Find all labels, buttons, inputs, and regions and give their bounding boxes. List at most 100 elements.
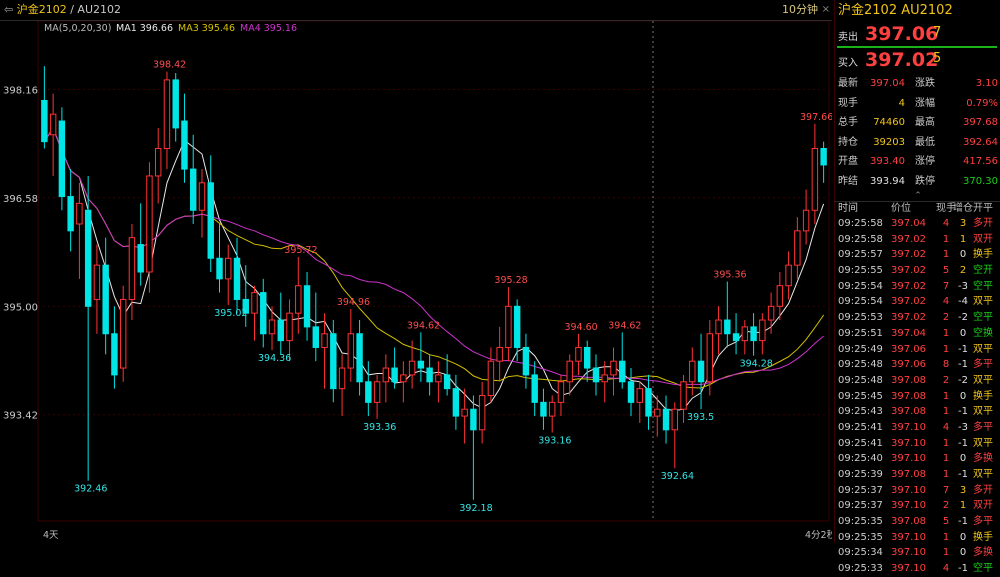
candle-body [146,175,153,273]
tick-row[interactable]: 09:25:58 397.02 1 1 双开 [835,232,1000,248]
candle-body [706,333,714,383]
tick-open-interest: 3 [959,484,967,496]
candle-body [102,264,109,335]
tick-type: 换手 [973,531,993,543]
tick-row[interactable]: 09:25:43 397.08 1 -1 双平 [835,404,1000,420]
tick-row[interactable]: 09:25:48 397.06 8 -1 多平 [835,357,1000,373]
tick-row[interactable]: 09:25:37 397.10 2 1 双开 [835,498,1000,514]
candle-body [137,244,144,273]
tick-open-interest: 0 [959,453,967,465]
tick-price: 397.02 [891,280,926,292]
candle-body [286,312,293,342]
back-icon[interactable]: ⇦ [4,3,17,16]
ask-price: 397.06 [865,23,939,45]
stat-label: 开盘 [838,156,858,167]
tick-row[interactable]: 09:25:54 397.02 4 -4 双平 [835,294,1000,310]
tick-row[interactable]: 09:25:41 397.10 1 -1 双平 [835,436,1000,452]
tick-row[interactable]: 09:25:51 397.04 1 0 空换 [835,326,1000,342]
stat-value: 0.79% [966,97,998,109]
candle-body [811,148,819,211]
stat-row: 昨结 393.94 跌停 370.30 [835,172,1000,192]
tick-row[interactable]: 09:25:35 397.10 1 0 换手 [835,530,1000,546]
tick-type: 换手 [973,390,993,402]
candle-body [645,388,652,417]
axis-footer-right: 4分2秒 [805,529,832,541]
tick-price: 397.10 [891,437,926,449]
stat-value: 393.40 [870,156,905,167]
col-type: 开平 [973,203,993,214]
tick-row[interactable]: 09:25:37 397.10 7 3 多开 [835,483,1000,499]
close-icon[interactable]: × [822,0,830,20]
chart-frame [37,20,830,522]
candle-body [303,285,311,328]
legend-ma4: MA4 395.16 [240,23,297,34]
bid-label: 买入 [838,58,858,69]
chart-svg[interactable]: 392.46 398.42 395.02 395.72 394.36 394.96 393.… [0,20,837,543]
tick-type: 空换 [973,327,993,339]
period-selector[interactable]: 10分钟 [782,0,818,20]
tick-row[interactable]: 09:25:45 397.08 1 0 换手 [835,389,1000,405]
candle-body [575,346,582,362]
tick-row[interactable]: 09:25:34 397.10 1 0 多换 [835,545,1000,561]
tick-open-interest: -4 [958,296,968,308]
tick-type: 空平 [973,280,993,292]
stat-label: 最低 [915,136,935,148]
col-open-interest: 增仓 [953,203,973,214]
tick-open-interest: -2 [958,374,968,386]
quote-sidebar: 沪金2102 AU2102 卖出 397.06 7 买入 397.02 5 最新… [834,0,1000,574]
candle-body [697,360,705,383]
tick-time: 09:25:40 [838,453,883,465]
tick-price: 397.04 [891,327,926,339]
tick-price: 397.02 [891,249,926,261]
stat-value: 393.94 [870,175,905,187]
tick-row[interactable]: 09:25:40 397.10 1 0 多换 [835,451,1000,467]
tick-row[interactable]: 09:25:55 397.02 5 2 空开 [835,263,1000,279]
stat-label: 涨幅 [915,97,935,109]
stat-label: 涨停 [915,156,935,167]
collapse-chevron-icon[interactable]: ⌃ [835,191,1000,201]
bid-row[interactable]: 买入 397.02 5 [835,48,1000,72]
tick-row[interactable]: 09:25:54 397.02 7 -3 空平 [835,279,1000,295]
contract-code[interactable]: AU2102 [77,3,121,16]
candle-body [627,381,635,403]
tick-type: 双平 [973,343,993,355]
symbol-name[interactable]: 沪金2102 [17,3,67,16]
tick-row[interactable]: 09:25:39 397.08 1 -1 双平 [835,467,1000,483]
candle-body [513,305,521,348]
candle-body [584,346,591,369]
tick-row[interactable]: 09:25:57 397.02 1 0 换手 [835,247,1000,263]
candle-body [619,360,626,383]
tick-row[interactable]: 09:25:49 397.06 1 -1 双平 [835,342,1000,358]
tick-row[interactable]: 09:25:58 397.04 4 3 多开 [835,216,1000,232]
tick-time: 09:25:49 [838,343,883,355]
tick-type: 多平 [973,421,993,433]
candle-body [802,209,810,232]
candle-body [163,79,171,150]
tick-open-interest: 1 [959,500,967,512]
stat-value: 370.30 [963,175,998,187]
tick-price: 397.02 [891,265,926,277]
sidebar-header[interactable]: 沪金2102 AU2102 [835,0,1000,22]
stat-label: 总手 [838,117,858,128]
tick-row[interactable]: 09:25:53 397.02 2 -2 空平 [835,310,1000,326]
candlestick-chart[interactable]: 392.46 398.42 395.02 395.72 394.36 394.96 393.… [0,20,837,543]
tick-type: 双开 [973,233,993,245]
quote-stats: 最新 397.04 涨跌 3.10 现手 4 涨幅 0.79% 总手 74460 最高 397.68 持… [835,74,1000,191]
tick-price: 397.10 [891,421,926,433]
candle-body [172,79,179,129]
candle-body [724,319,731,335]
candles [41,66,827,500]
tick-type: 多平 [973,516,993,528]
candle-body [312,326,320,348]
ask-row[interactable]: 卖出 397.06 7 [835,22,1000,46]
stat-row: 最新 397.04 涨跌 3.10 [835,74,1000,94]
y-axis: 398.16 396.58 395.00 393.42 [3,85,38,421]
stat-label: 昨结 [838,175,858,187]
tick-open-interest: -3 [958,421,968,433]
tick-row[interactable]: 09:25:48 397.08 2 -2 双平 [835,373,1000,389]
tick-row[interactable]: 09:25:41 397.10 4 -3 多平 [835,420,1000,436]
tick-type: 多换 [973,547,993,559]
tick-row[interactable]: 09:25:33 397.10 4 -1 空平 [835,561,1000,577]
tick-type: 双平 [973,296,993,308]
tick-row[interactable]: 09:25:35 397.08 5 -1 多平 [835,514,1000,530]
